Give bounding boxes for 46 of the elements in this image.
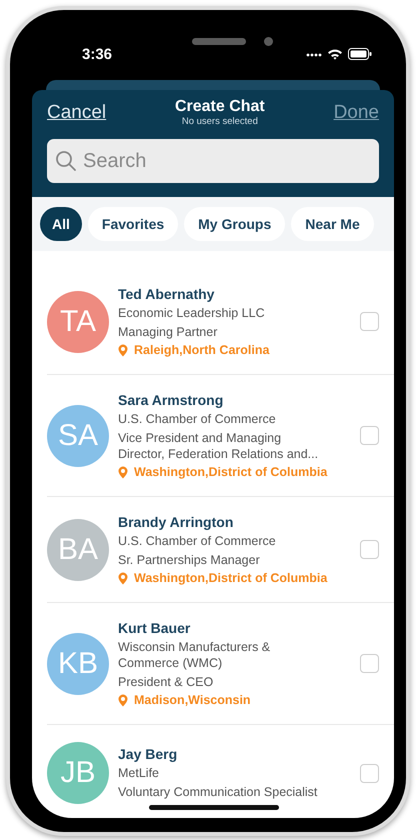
- filter-chip[interactable]: My Groups: [184, 207, 286, 241]
- selection-status: No users selected: [182, 116, 258, 127]
- contact-location: Raleigh,North Carolina: [134, 343, 270, 357]
- select-checkbox[interactable]: [360, 426, 379, 445]
- contact-detail: President & CEO: [118, 674, 214, 690]
- contact-detail: Wisconsin Manufacturers & Commerce (WMC): [118, 639, 272, 671]
- location-pin-icon: [118, 572, 128, 584]
- contact-location: Madison,Wisconsin: [134, 693, 251, 707]
- contact-detail: Vice President and Managing Director, Federation Relations and...: [118, 430, 320, 462]
- battery-icon: [348, 48, 372, 60]
- location-pin-icon: [118, 694, 128, 706]
- search-icon: [55, 150, 77, 172]
- select-checkbox[interactable]: [360, 312, 379, 331]
- screen-title: Create Chat: [174, 98, 265, 116]
- contact-name: Brandy Arrington: [118, 514, 234, 530]
- location-pin-icon: [118, 344, 128, 356]
- status-time: 3:36: [82, 46, 112, 62]
- wifi-icon: [327, 48, 343, 60]
- signal-icon: [306, 51, 322, 57]
- filter-chip[interactable]: Near Me: [291, 207, 374, 241]
- contact-name: Jay Berg: [118, 746, 178, 762]
- contact-detail: Sr. Partnerships Manager: [118, 552, 261, 568]
- contact-location: Washington,District of Columbia: [134, 571, 328, 585]
- avatar: BA: [47, 518, 109, 580]
- contact-name: Ted Abernathy: [118, 286, 216, 302]
- contact-detail: U.S. Chamber of Commerce: [118, 411, 277, 427]
- avatar: TA: [47, 290, 109, 352]
- contact-location: Washington,District of Columbia: [134, 465, 328, 479]
- contact-detail: Voluntary Communication Specialist: [118, 784, 318, 800]
- avatar: JB: [47, 742, 109, 804]
- cancel-link[interactable]: Cancel: [47, 102, 106, 124]
- contact-detail: Economic Leadership LLC: [118, 305, 266, 321]
- contact-detail: Managing Partner: [118, 324, 218, 340]
- filter-chip[interactable]: All: [40, 207, 82, 241]
- select-checkbox[interactable]: [360, 654, 379, 673]
- search-field[interactable]: Search: [47, 139, 379, 183]
- contact-detail: MetLife: [118, 765, 160, 781]
- select-checkbox[interactable]: [360, 764, 379, 782]
- avatar: KB: [47, 632, 109, 694]
- select-checkbox[interactable]: [360, 540, 379, 559]
- filter-chip[interactable]: Favorites: [88, 207, 178, 241]
- location-pin-icon: [118, 466, 128, 478]
- avatar: SA: [47, 404, 109, 466]
- contact-name: Kurt Bauer: [118, 620, 192, 636]
- contact-detail: U.S. Chamber of Commerce: [118, 533, 277, 549]
- contact-name: Sara Armstrong: [118, 392, 224, 408]
